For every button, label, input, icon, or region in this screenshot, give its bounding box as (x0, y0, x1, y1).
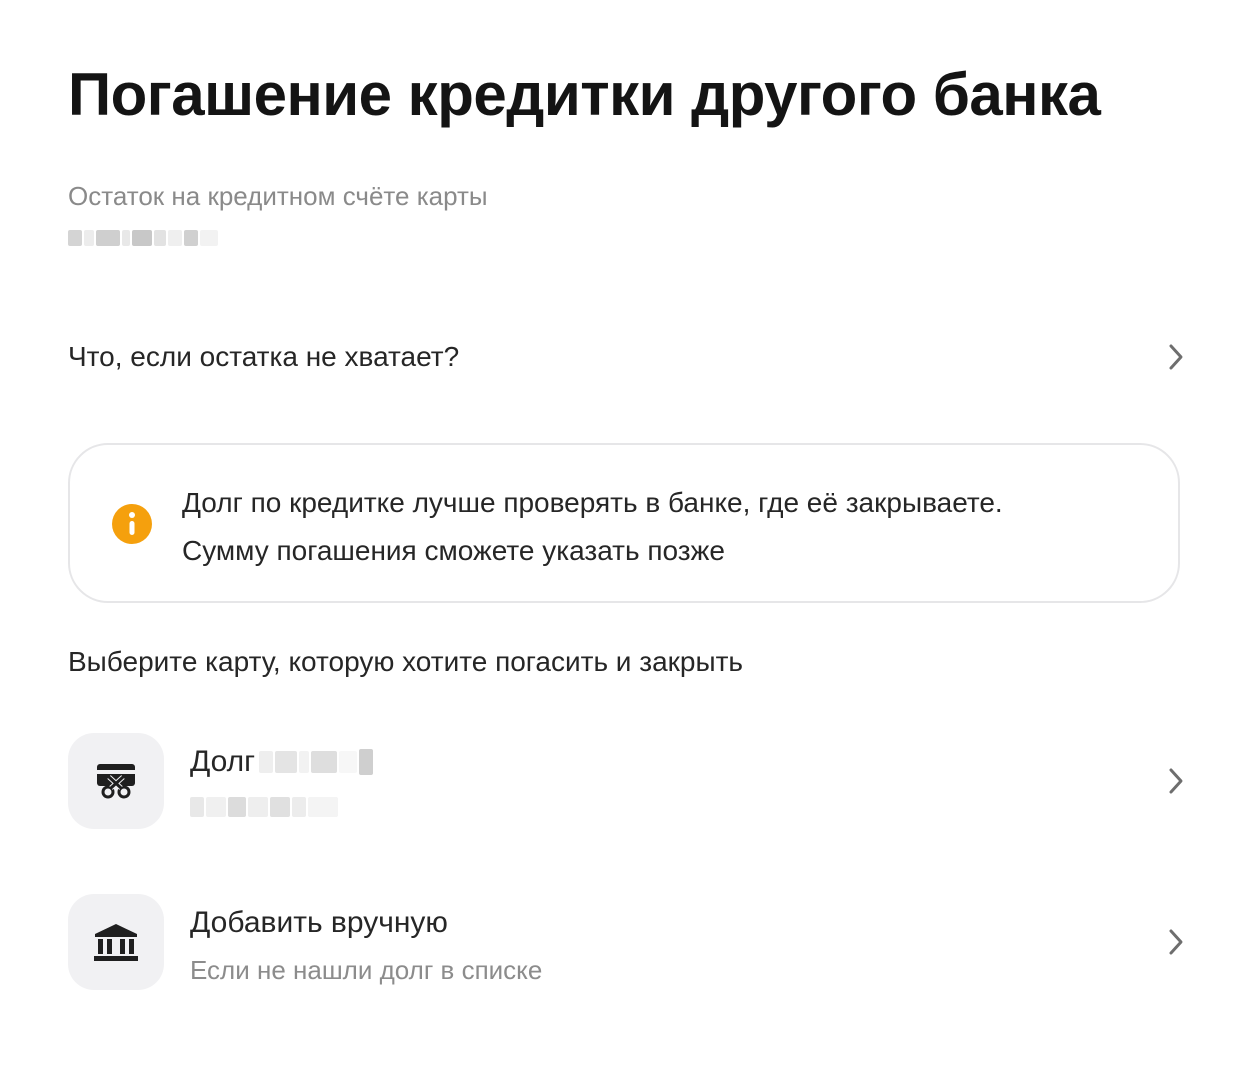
card-select-label: Выберите карту, которую хотите погасить … (68, 646, 743, 677)
add-manually-item[interactable]: Добавить вручную Если не нашли долг в сп… (68, 894, 1184, 990)
help-link-row[interactable]: Что, если остатка не хватает? (68, 325, 1184, 389)
info-line-2: Сумму погашения сможете указать позже (182, 535, 725, 566)
chevron-right-icon (1169, 929, 1183, 955)
debt-card-item[interactable]: Долг (68, 733, 1184, 829)
balance-value-redacted (68, 230, 218, 246)
info-message: Долг по кредитке лучше проверять в банке… (182, 479, 1162, 575)
add-manually-title: Добавить вручную (190, 906, 448, 939)
debt-card-subtitle-redacted (190, 797, 338, 817)
debt-card-title-text: Долг (190, 745, 256, 778)
balance-label: Остаток на кредитном счёте карты (68, 181, 488, 211)
debt-card-title-redacted (259, 749, 374, 775)
debt-card-title: Долг (190, 743, 374, 781)
info-line-1: Долг по кредитке лучше проверять в банке… (182, 487, 1003, 518)
help-link-label: Что, если остатка не хватает? (68, 341, 460, 372)
add-manually-subtitle: Если не нашли долг в списке (190, 955, 543, 985)
chevron-right-icon (1169, 768, 1183, 794)
info-card: Долг по кредитке лучше проверять в банке… (68, 443, 1180, 603)
card-cut-icon (68, 733, 164, 829)
bank-icon (68, 894, 164, 990)
chevron-right-icon (1169, 344, 1183, 370)
page-title: Погашение кредитки другого банка (68, 61, 1101, 128)
info-icon (112, 504, 152, 544)
